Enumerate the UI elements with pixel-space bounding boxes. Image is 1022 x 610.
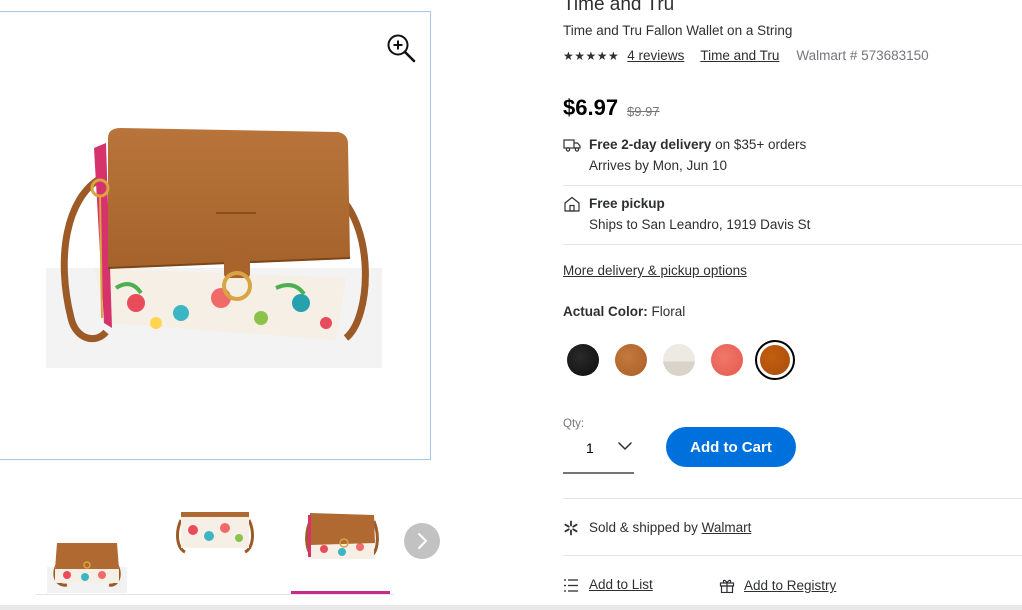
thumbnail-divider — [36, 594, 394, 595]
color-value: Floral — [647, 304, 686, 319]
seller-prefix: Sold & shipped by — [589, 520, 702, 535]
selected-thumbnail-indicator — [291, 591, 390, 594]
quantity-underline — [563, 472, 634, 474]
page-bottom-edge — [0, 605, 1022, 610]
zoom-in-icon[interactable] — [385, 32, 417, 64]
more-delivery-options-link[interactable]: More delivery & pickup options — [563, 263, 747, 278]
color-label: Actual Color: Floral — [563, 304, 685, 319]
brand-heading: Time and Tru — [563, 0, 675, 15]
color-label-prefix: Actual Color: — [563, 304, 648, 319]
divider — [563, 498, 1022, 499]
quantity-select[interactable] — [563, 432, 634, 472]
product-meta-row: ★★★★★ 4 reviews Time and Tru Walmart # 5… — [563, 48, 929, 63]
divider — [563, 555, 1022, 556]
color-swatch-cognac[interactable] — [615, 344, 647, 376]
divider — [563, 244, 1022, 245]
delivery-offer-bold: Free 2-day delivery — [589, 137, 712, 152]
chevron-right-icon — [418, 533, 427, 549]
color-swatch-black[interactable] — [567, 344, 599, 376]
add-to-list-link[interactable]: Add to List — [589, 577, 653, 592]
divider — [563, 185, 1022, 186]
thumbnail-3[interactable] — [302, 507, 382, 573]
gift-registry-icon — [719, 579, 735, 593]
item-number: Walmart # 573683150 — [796, 48, 929, 63]
pickup-location: Ships to San Leandro, 1919 Davis St — [589, 217, 811, 232]
product-image-wallet — [46, 128, 382, 368]
delivery-arrival: Arrives by Mon, Jun 10 — [589, 158, 728, 173]
delivery-truck-icon — [563, 139, 581, 152]
rating-stars: ★★★★★ — [563, 48, 620, 63]
add-to-cart-button[interactable]: Add to Cart — [666, 427, 796, 467]
was-price: $9.97 — [627, 104, 660, 119]
quantity-value: 1 — [586, 440, 594, 456]
next-thumbnails-button[interactable] — [404, 523, 440, 559]
store-pickup-icon — [564, 196, 580, 212]
list-icon — [564, 579, 578, 592]
thumbnail-2[interactable] — [175, 508, 255, 574]
product-title: Time and Tru Fallon Wallet on a String — [563, 23, 793, 38]
delivery-offer: Free 2-day delivery on $35+ orders — [589, 137, 806, 152]
pickup-offer-bold: Free pickup — [589, 196, 665, 211]
seller-link[interactable]: Walmart — [702, 520, 752, 535]
add-to-registry-link[interactable]: Add to Registry — [744, 578, 836, 593]
color-swatch-floral[interactable] — [760, 345, 790, 375]
thumbnail-1[interactable] — [47, 527, 127, 593]
color-swatch-coral[interactable] — [711, 344, 743, 376]
chevron-down-icon — [618, 442, 632, 450]
walmart-spark-icon — [564, 520, 578, 536]
seller-info: Sold & shipped by Walmart — [589, 520, 751, 535]
pickup-offer: Free pickup — [589, 196, 665, 211]
quantity-label: Qty: — [563, 418, 585, 430]
color-swatch-cream[interactable] — [663, 344, 695, 376]
brand-link[interactable]: Time and Tru — [700, 48, 779, 63]
delivery-offer-rest: on $35+ orders — [711, 137, 807, 152]
current-price: $6.97 — [563, 95, 619, 120]
reviews-link[interactable]: 4 reviews — [627, 48, 684, 63]
